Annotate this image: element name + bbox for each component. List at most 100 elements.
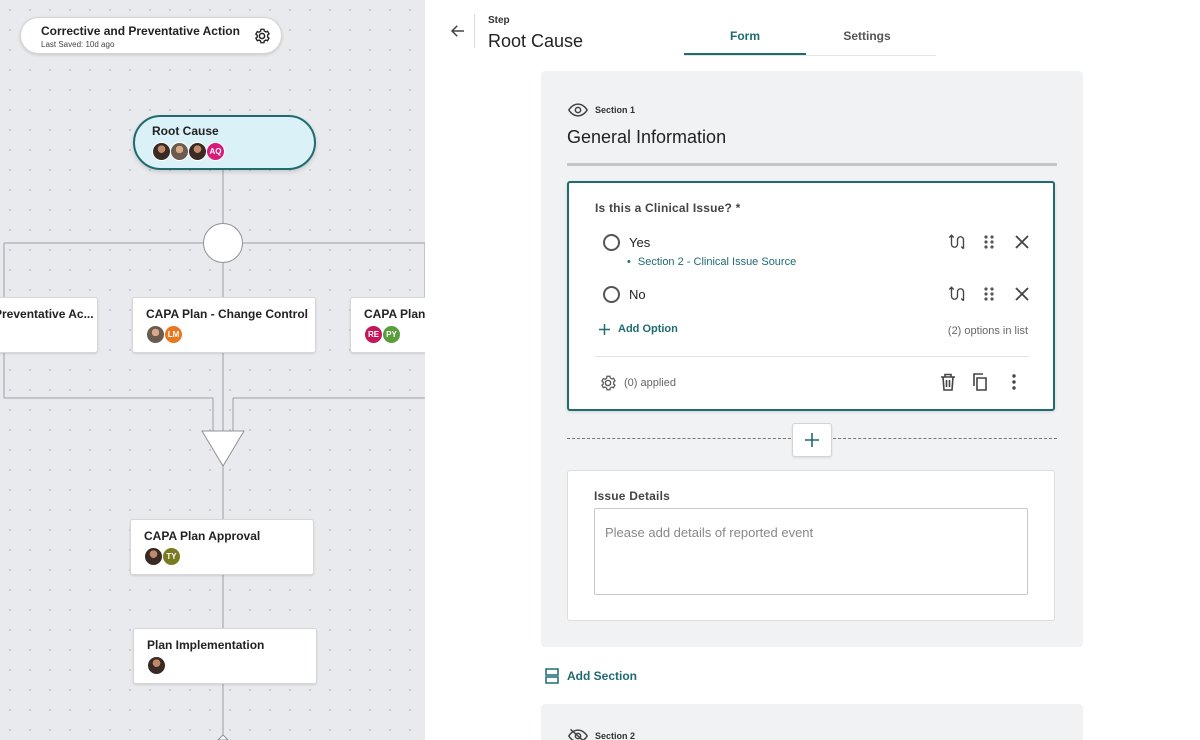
avatar xyxy=(147,656,166,675)
issue-details-textarea[interactable] xyxy=(594,508,1028,595)
avatar xyxy=(188,142,207,161)
workflow-header[interactable]: Corrective and Preventative Action Last … xyxy=(20,17,282,54)
close-icon xyxy=(1015,287,1029,301)
node-assignees: RE PY xyxy=(364,325,425,344)
split-gateway[interactable] xyxy=(203,223,243,263)
tab-settings[interactable]: Settings xyxy=(806,18,928,55)
node-plan-implementation[interactable]: Plan Implementation xyxy=(133,628,317,684)
section-kicker: Section 1 xyxy=(595,105,636,115)
last-saved-text: Last Saved: 10d ago xyxy=(41,40,115,49)
add-option-button[interactable]: Add Option xyxy=(599,323,678,335)
remove-option-button[interactable] xyxy=(1012,284,1032,304)
gear-icon xyxy=(601,375,616,391)
step-kicker: Step xyxy=(488,15,510,26)
copy-icon xyxy=(973,373,987,391)
applied-count: (0) applied xyxy=(624,377,676,389)
section-kicker: Section 2 xyxy=(595,731,636,740)
tab-form[interactable]: Form xyxy=(684,18,806,55)
workflow-canvas[interactable]: Corrective and Preventative Action Last … xyxy=(0,0,425,740)
tab-bar: Form Settings xyxy=(684,18,936,56)
eye-icon[interactable] xyxy=(568,103,588,117)
node-label: Plan Implementation xyxy=(147,638,265,652)
step-title: Root Cause xyxy=(488,31,584,51)
node-capa-plan-change-control[interactable]: CAPA Plan - Change Control LM xyxy=(132,297,316,353)
gear-icon[interactable] xyxy=(253,27,271,45)
avatar xyxy=(144,547,163,566)
section-2-card: Section 2 xyxy=(541,704,1083,740)
radio-button[interactable] xyxy=(603,286,620,303)
step-editor-panel: Step Root Cause Form Settings Section 1 … xyxy=(425,0,1200,740)
drag-handle[interactable] xyxy=(979,284,999,304)
node-assignees xyxy=(147,656,316,675)
question-actions xyxy=(925,372,1024,392)
node-label: CAPA Plan Approval xyxy=(144,529,261,543)
branch-link[interactable]: Section 2 - Clinical Issue Source xyxy=(627,256,796,268)
question-divider xyxy=(595,356,1029,357)
branch-logic-icon xyxy=(948,234,965,250)
merge-gateway[interactable] xyxy=(201,430,245,467)
node-label: CAPA Plan xyxy=(364,307,425,321)
arrow-left-icon xyxy=(450,25,464,37)
add-section-button[interactable]: Add Section xyxy=(545,668,637,684)
option-label: Yes xyxy=(629,235,651,250)
option-no-actions xyxy=(933,284,1032,304)
duplicate-question-button[interactable] xyxy=(971,372,991,392)
node-label: Preventative Ac... xyxy=(0,307,94,321)
avatar xyxy=(146,325,165,344)
drag-handle[interactable] xyxy=(979,232,999,252)
option-yes-actions xyxy=(933,232,1032,252)
trash-icon xyxy=(941,373,955,391)
back-button[interactable] xyxy=(445,18,471,44)
avatar-initials: PY xyxy=(382,325,401,344)
question-card-issue-details[interactable]: Issue Details xyxy=(567,470,1055,621)
option-yes[interactable]: Yes xyxy=(603,234,650,251)
avatar xyxy=(152,142,171,161)
options-count: (2) options in list xyxy=(947,325,1028,337)
question-label: Issue Details xyxy=(594,489,670,503)
question-settings[interactable]: (0) applied xyxy=(599,374,676,392)
more-options-button[interactable] xyxy=(1004,372,1024,392)
remove-option-button[interactable] xyxy=(1012,232,1032,252)
node-assignees: LM xyxy=(146,325,315,344)
avatar-initials: RE xyxy=(364,325,383,344)
node-label: Root Cause xyxy=(152,124,219,138)
avatar-initials: LM xyxy=(164,325,183,344)
node-root-cause[interactable]: Root Cause AQ xyxy=(133,115,316,170)
plus-icon xyxy=(805,433,819,447)
add-question-button[interactable] xyxy=(792,423,832,457)
question-label: Is this a Clinical Issue? * xyxy=(595,201,741,215)
header-divider xyxy=(474,14,475,48)
connector-end-marker xyxy=(217,734,229,740)
node-label: CAPA Plan - Change Control xyxy=(146,307,308,321)
close-icon xyxy=(1015,235,1029,249)
eye-off-icon[interactable] xyxy=(568,728,588,740)
add-section-label: Add Section xyxy=(567,669,638,683)
node-assignees: TY xyxy=(144,547,313,566)
section-1-header: Section 1 xyxy=(568,103,635,117)
question-card-clinical-issue[interactable]: Is this a Clinical Issue? * Yes Section … xyxy=(567,181,1055,411)
branch-logic-icon xyxy=(948,286,965,302)
option-no[interactable]: No xyxy=(603,286,646,303)
section-2-header: Section 2 xyxy=(568,728,635,740)
plus-icon xyxy=(599,323,610,335)
node-capa-plan-approval[interactable]: CAPA Plan Approval TY xyxy=(130,519,314,575)
more-vertical-icon xyxy=(1012,374,1016,390)
add-option-label: Add Option xyxy=(618,323,678,335)
drag-handle-icon xyxy=(984,287,994,301)
avatar-initials: TY xyxy=(162,547,181,566)
add-section-icon xyxy=(545,668,559,684)
node-capa-plan[interactable]: CAPA Plan RE PY xyxy=(350,297,425,353)
node-assignees: AQ xyxy=(152,142,314,161)
branch-logic-button[interactable] xyxy=(946,232,966,252)
workflow-title: Corrective and Preventative Action xyxy=(41,24,240,38)
section-divider xyxy=(567,163,1057,166)
avatar xyxy=(170,142,189,161)
node-preventative-action[interactable]: Preventative Ac... xyxy=(0,297,98,353)
section-1-card: Section 1 General Information Is this a … xyxy=(541,71,1083,647)
delete-question-button[interactable] xyxy=(938,372,958,392)
avatar-initials: AQ xyxy=(206,142,225,161)
drag-handle-icon xyxy=(984,235,994,249)
radio-button[interactable] xyxy=(603,234,620,251)
section-title[interactable]: General Information xyxy=(567,127,726,148)
branch-logic-button[interactable] xyxy=(946,284,966,304)
